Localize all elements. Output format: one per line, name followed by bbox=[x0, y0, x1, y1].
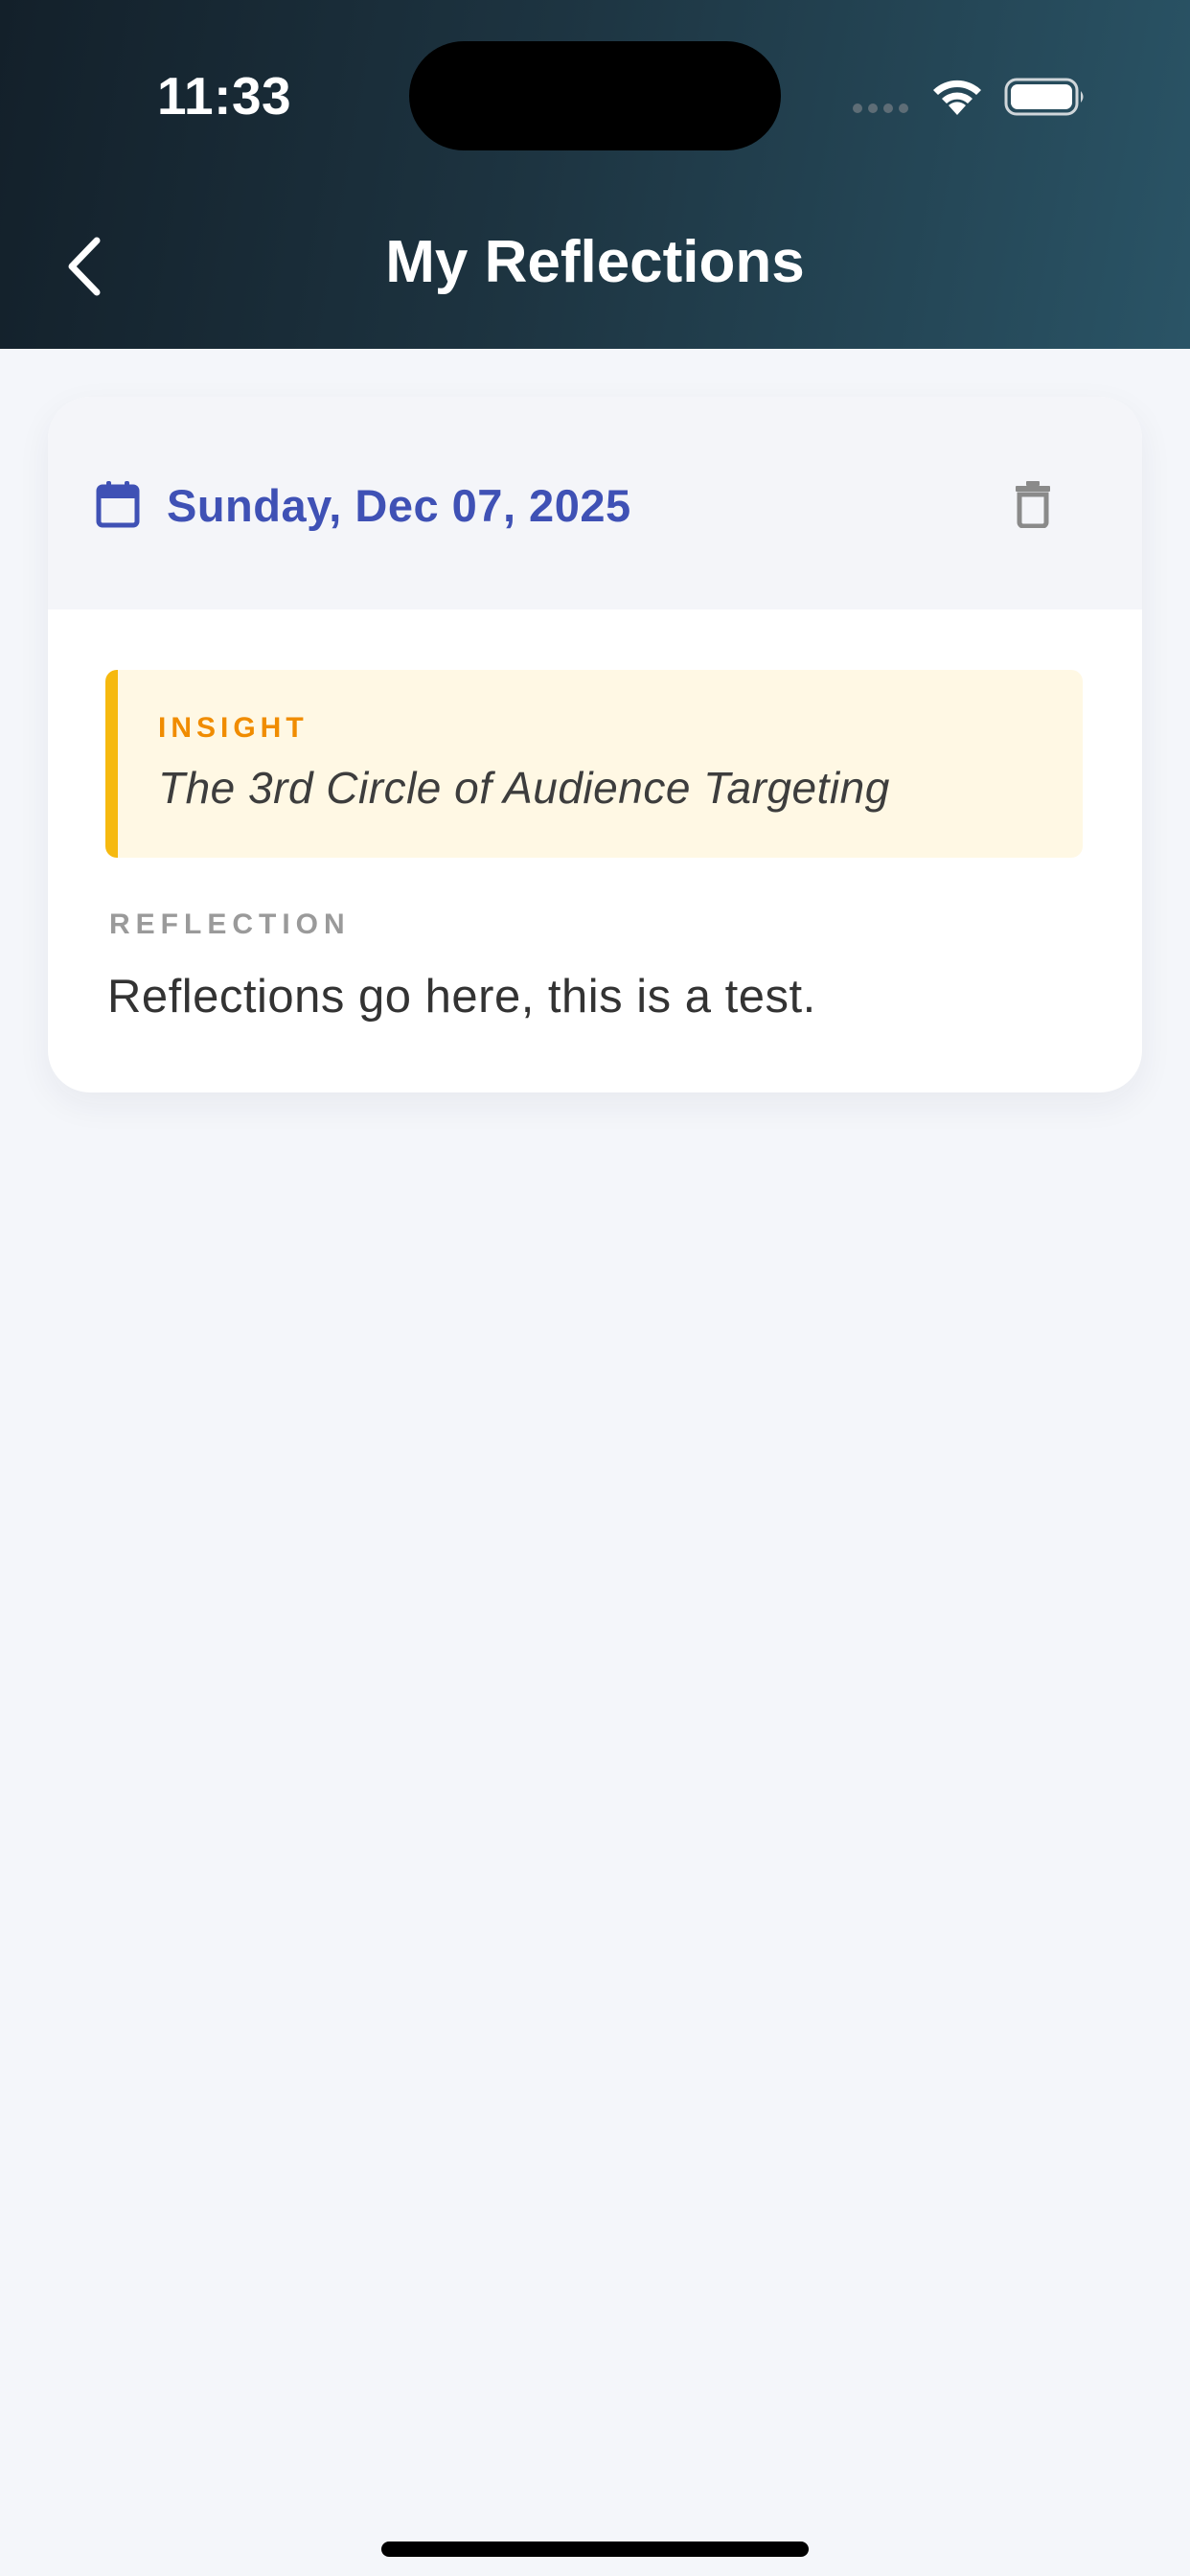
delete-button[interactable] bbox=[995, 466, 1071, 542]
header: 11:33 My Reflections bbox=[0, 0, 1190, 349]
insight-label: INSIGHT bbox=[158, 712, 309, 744]
screen: 11:33 My Reflections Sunday, Dec 07, 202… bbox=[0, 0, 1190, 2576]
reflection-card: Sunday, Dec 07, 2025 INSIGHT The 3rd Cir… bbox=[48, 397, 1142, 1092]
reflection-label: REFLECTION bbox=[109, 908, 351, 940]
insight-box: INSIGHT The 3rd Circle of Audience Targe… bbox=[105, 670, 1083, 858]
wifi-icon bbox=[933, 80, 981, 115]
insight-text: The 3rd Circle of Audience Targeting bbox=[158, 763, 890, 813]
status-bar-time: 11:33 bbox=[157, 66, 292, 126]
calendar-icon bbox=[96, 481, 140, 528]
battery-icon bbox=[1004, 78, 1084, 116]
card-header: Sunday, Dec 07, 2025 bbox=[48, 397, 1142, 610]
dynamic-island bbox=[409, 41, 781, 150]
page-title: My Reflections bbox=[385, 229, 805, 295]
trash-icon bbox=[1016, 481, 1050, 528]
home-indicator[interactable] bbox=[381, 2542, 809, 2557]
cellular-signal-icon bbox=[853, 104, 908, 113]
reflection-text: Reflections go here, this is a test. bbox=[107, 971, 816, 1023]
reflection-date: Sunday, Dec 07, 2025 bbox=[167, 480, 631, 531]
